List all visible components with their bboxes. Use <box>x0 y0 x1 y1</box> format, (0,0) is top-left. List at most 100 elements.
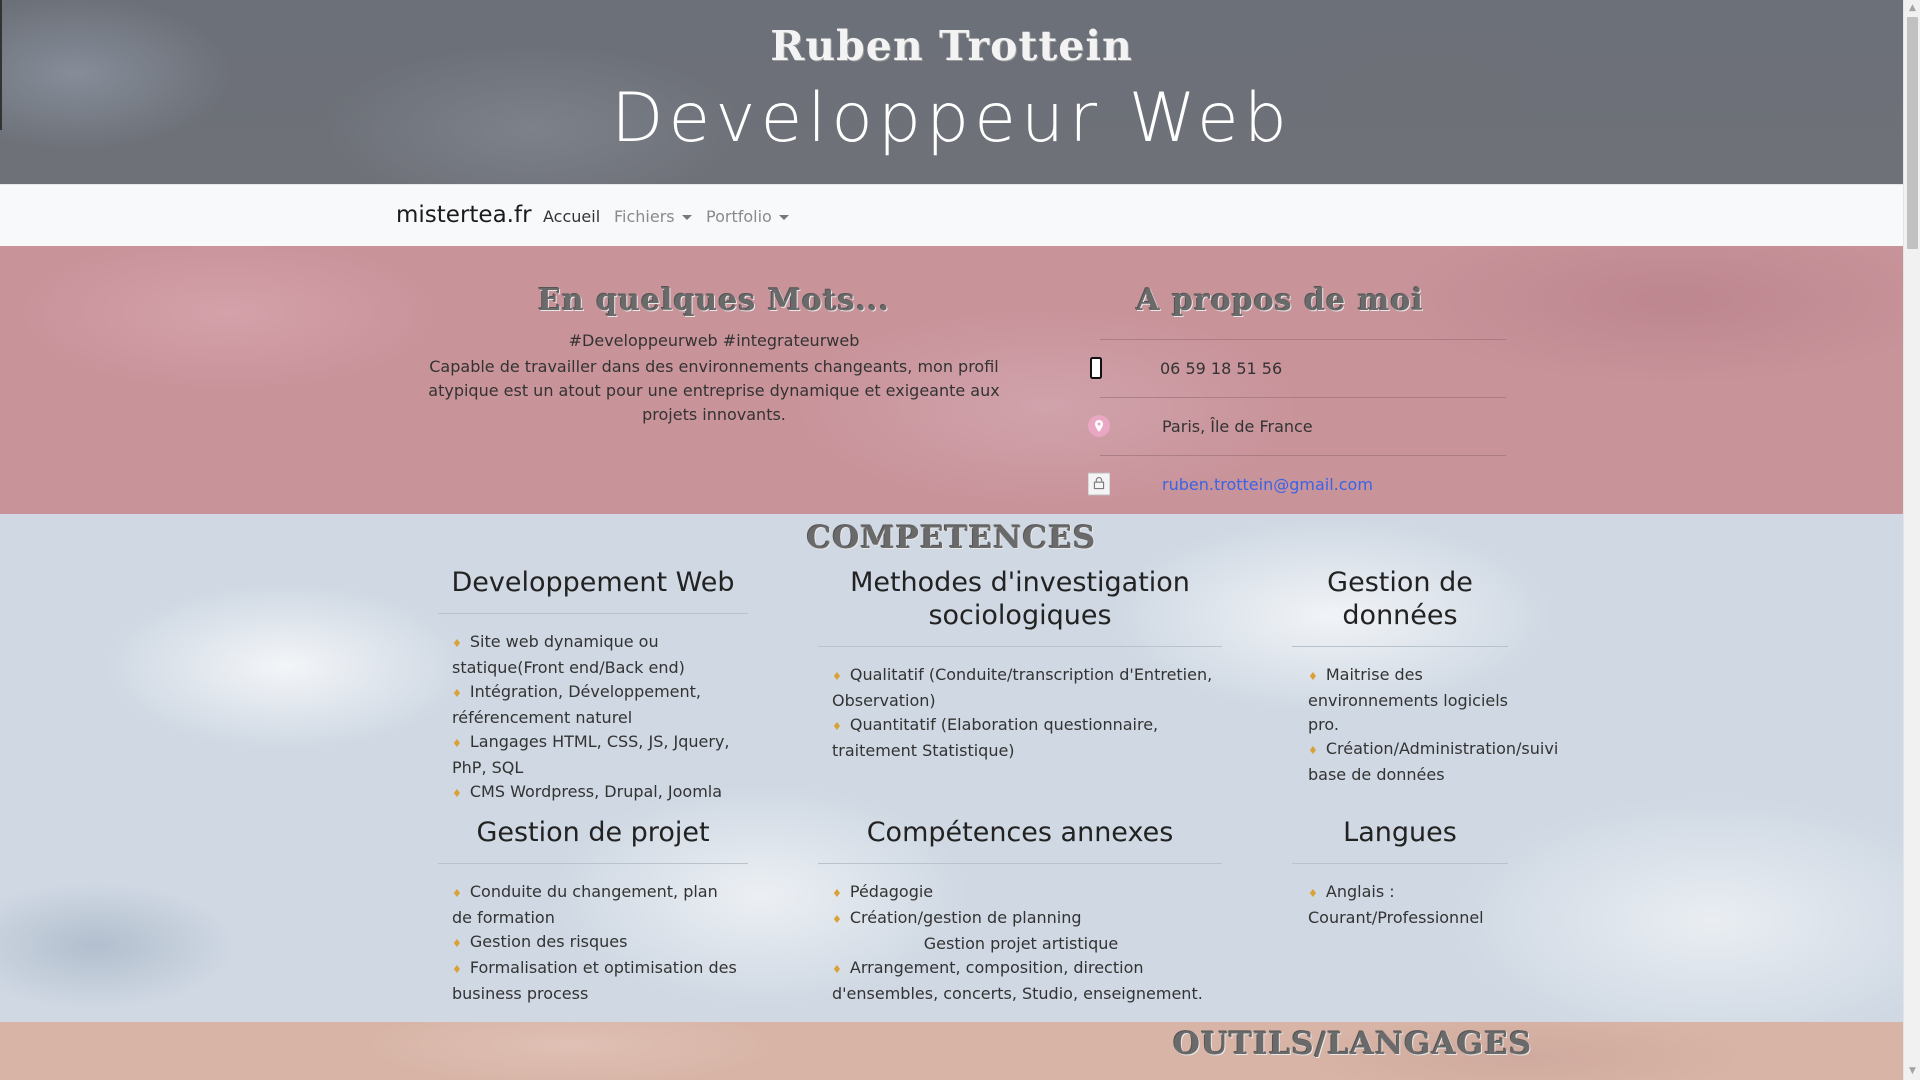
diamond-bullet-icon: ♦ <box>832 887 842 900</box>
caret-down-icon <box>681 215 692 220</box>
contact-location-row: Paris, Île de France <box>1085 407 1525 447</box>
divider <box>1292 863 1508 864</box>
list-item: ♦ Conduite du changement, plan de formati… <box>452 880 742 930</box>
list-item-text: Formalisation et optimisation des busine… <box>452 958 737 1003</box>
list-item: ♦ Quantitatif (Elaboration questionnaire,… <box>832 713 1224 763</box>
competences-section: COMPETENCES Developpement Web ♦ Site web … <box>0 514 1903 1022</box>
competence-title: Langues <box>1343 817 1457 848</box>
apropos-title: A propos de moi <box>1136 283 1424 318</box>
caret-down-icon <box>778 215 789 220</box>
diamond-bullet-icon: ♦ <box>1308 887 1318 900</box>
competence-block-annexes: Compétences annexes ♦ Pédagogie ♦ Création… <box>818 816 1222 1006</box>
scroll-down-arrow-icon[interactable]: ▼ <box>1904 1063 1920 1080</box>
list-item: Gestion projet artistique <box>832 932 1224 956</box>
diamond-bullet-icon: ♦ <box>452 963 462 976</box>
outils-title: OUTILS/LANGAGES <box>1173 1026 1533 1062</box>
competence-title: Developpement Web <box>451 567 735 598</box>
scrollbar-thumb[interactable] <box>1907 17 1918 249</box>
divider <box>1292 646 1508 647</box>
competence-block-projet: Gestion de projet ♦ Conduite du changemen… <box>438 816 748 1006</box>
divider <box>818 863 1222 864</box>
navbar: mistertea.fr Accueil Fichiers Portfolio <box>0 184 1903 247</box>
list-item: ♦ Intégration, Développement, référenceme… <box>452 680 752 730</box>
nav-dropdown-portfolio[interactable]: Portfolio <box>706 207 789 226</box>
phone-icon <box>1085 357 1107 379</box>
competence-block-langues: Langues ♦ Anglais : Courant/Professionnel <box>1292 816 1508 930</box>
vertical-scrollbar[interactable]: ▲ ▼ <box>1903 0 1920 1080</box>
nav-dropdown-fichiers[interactable]: Fichiers <box>614 207 692 226</box>
divider <box>818 646 1222 647</box>
competences-title: COMPETENCES <box>806 520 1097 556</box>
list-item-text: Quantitatif (Elaboration questionnaire, … <box>832 715 1159 760</box>
competence-list: ♦ Conduite du changement, plan de formati… <box>438 880 742 1006</box>
list-item-text: Anglais : Courant/Professionnel <box>1308 882 1484 927</box>
diamond-bullet-icon: ♦ <box>832 963 842 976</box>
diamond-bullet-icon: ♦ <box>1308 744 1318 757</box>
outils-section: OUTILS/LANGAGES <box>0 1022 1903 1080</box>
nav-dropdown-fichiers-label: Fichiers <box>614 207 675 226</box>
competence-block-donnees: Gestion de données ♦ Maitrise des environ… <box>1292 566 1558 787</box>
divider <box>1100 397 1506 398</box>
competence-title: Compétences annexes <box>866 817 1174 848</box>
diamond-bullet-icon: ♦ <box>832 913 842 926</box>
location-pin-icon <box>1088 415 1110 437</box>
diamond-bullet-icon: ♦ <box>452 887 462 900</box>
competence-block-sociologie: Methodes d'investigation sociologiques ♦… <box>818 566 1222 763</box>
divider <box>438 863 748 864</box>
list-item: ♦ Pédagogie <box>832 880 1224 906</box>
nav-dropdown-portfolio-label: Portfolio <box>706 207 772 226</box>
list-item-text: Intégration, Développement, référencemen… <box>452 682 702 727</box>
competence-title: Methodes d'investigation sociologiques <box>850 567 1190 631</box>
navbar-brand-link[interactable]: mistertea.fr <box>396 202 532 228</box>
site-owner-name: Ruben Trottein <box>770 22 1133 70</box>
list-item-text: Gestion projet artistique <box>923 934 1119 953</box>
competence-list: ♦ Anglais : Courant/Professionnel <box>1292 880 1508 930</box>
list-item-text: Pédagogie <box>849 882 934 901</box>
contact-location-value: Paris, Île de France <box>1162 417 1313 436</box>
diamond-bullet-icon: ♦ <box>452 737 462 750</box>
page: Ruben Trottein Developpeur Web mistertea… <box>0 0 1903 1080</box>
site-role-title: Developpeur Web <box>611 79 1292 158</box>
diamond-bullet-icon: ♦ <box>832 720 842 733</box>
mots-text: Capable de travailler dans des environne… <box>428 357 1000 424</box>
competence-list: ♦ Maitrise des environnements logiciels p… <box>1292 663 1558 787</box>
diamond-bullet-icon: ♦ <box>452 937 462 950</box>
competence-list: ♦ Site web dynamique ou statique(Front en… <box>438 630 752 806</box>
diamond-bullet-icon: ♦ <box>1308 670 1318 683</box>
hero-header: Ruben Trottein Developpeur Web <box>0 0 1903 184</box>
mail-icon <box>1088 472 1110 496</box>
contact-phone-row: 06 59 18 51 56 <box>1085 349 1525 389</box>
mots-tags: #Developpeurweb #integrateurweb <box>568 331 860 350</box>
competence-list: ♦ Pédagogie ♦ Création/gestion de planning… <box>818 880 1224 1006</box>
scroll-up-arrow-icon[interactable]: ▲ <box>1904 0 1920 17</box>
competence-title: Gestion de projet <box>476 817 710 848</box>
list-item-text: Langages HTML, CSS, JS, Jquery, PhP, SQL <box>452 732 730 777</box>
list-item-text: Qualitatif (Conduite/transcription d'Ent… <box>832 665 1213 710</box>
nav-link-accueil[interactable]: Accueil <box>543 207 600 226</box>
list-item-text: Création/Administration/suivi base de do… <box>1308 739 1559 784</box>
diamond-bullet-icon: ♦ <box>452 637 462 650</box>
list-item-text: Création/gestion de planning <box>849 908 1082 927</box>
competence-title: Gestion de données <box>1327 567 1473 631</box>
contact-mail-row: ruben.trottein@gmail.com <box>1085 465 1525 505</box>
diamond-bullet-icon: ♦ <box>832 670 842 683</box>
competence-list: ♦ Qualitatif (Conduite/transcription d'En… <box>818 663 1224 763</box>
list-item-text: CMS Wordpress, Drupal, Joomla <box>469 782 723 801</box>
window-edge <box>0 0 2 130</box>
about-section: En quelques Mots... #Developpeurweb #int… <box>0 246 1903 514</box>
diamond-bullet-icon: ♦ <box>452 787 462 800</box>
list-item-text: Gestion des risques <box>469 932 628 951</box>
list-item: ♦ Qualitatif (Conduite/transcription d'En… <box>832 663 1224 713</box>
list-item: ♦ Arrangement, composition, direction d'e… <box>832 956 1224 1006</box>
list-item: ♦ CMS Wordpress, Drupal, Joomla <box>452 780 752 806</box>
list-item: ♦ Anglais : Courant/Professionnel <box>1308 880 1508 930</box>
list-item-text: Arrangement, composition, direction d'en… <box>832 958 1203 1003</box>
list-item: ♦ Formalisation et optimisation des busin… <box>452 956 742 1006</box>
competence-block-web: Developpement Web ♦ Site web dynamique ou… <box>438 566 748 806</box>
contact-phone-value: 06 59 18 51 56 <box>1160 359 1283 378</box>
diamond-bullet-icon: ♦ <box>452 687 462 700</box>
list-item: ♦ Maitrise des environnements logiciels p… <box>1308 663 1508 737</box>
list-item-text: Conduite du changement, plan de formatio… <box>452 882 718 927</box>
contact-mail-link[interactable]: ruben.trottein@gmail.com <box>1162 475 1373 494</box>
divider <box>438 613 748 614</box>
